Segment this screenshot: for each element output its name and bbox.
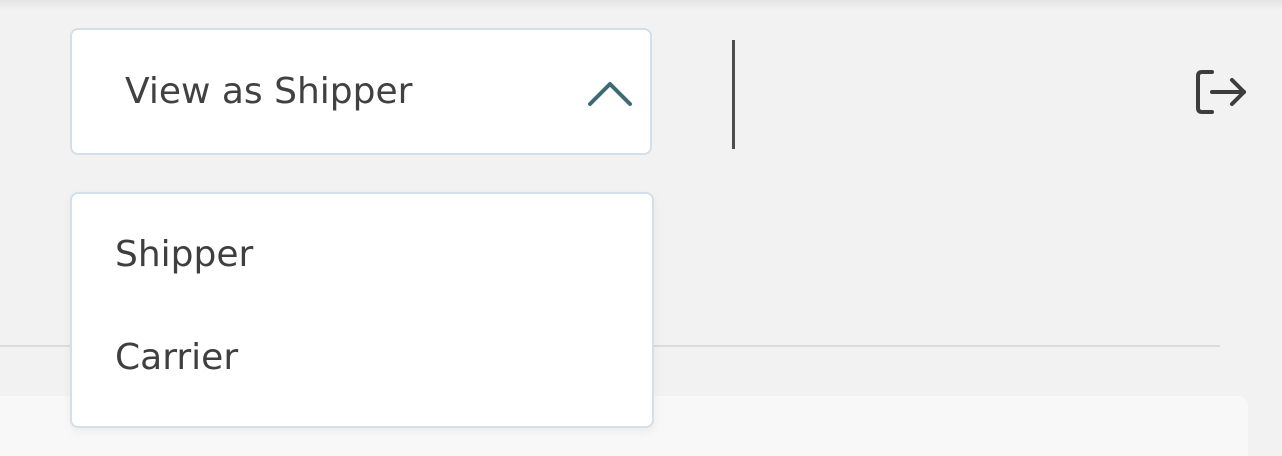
logout-icon[interactable] [1192,66,1250,118]
view-as-dropdown-menu: Shipper Carrier [70,192,654,428]
header-shadow [0,0,1282,10]
chevron-up-icon [588,82,632,106]
header-divider [732,40,735,149]
view-as-select[interactable]: View as Shipper [70,28,652,155]
dropdown-option-carrier[interactable]: Carrier [115,328,615,388]
dropdown-option-shipper[interactable]: Shipper [115,225,615,285]
view-as-select-label: View as Shipper [125,71,413,112]
